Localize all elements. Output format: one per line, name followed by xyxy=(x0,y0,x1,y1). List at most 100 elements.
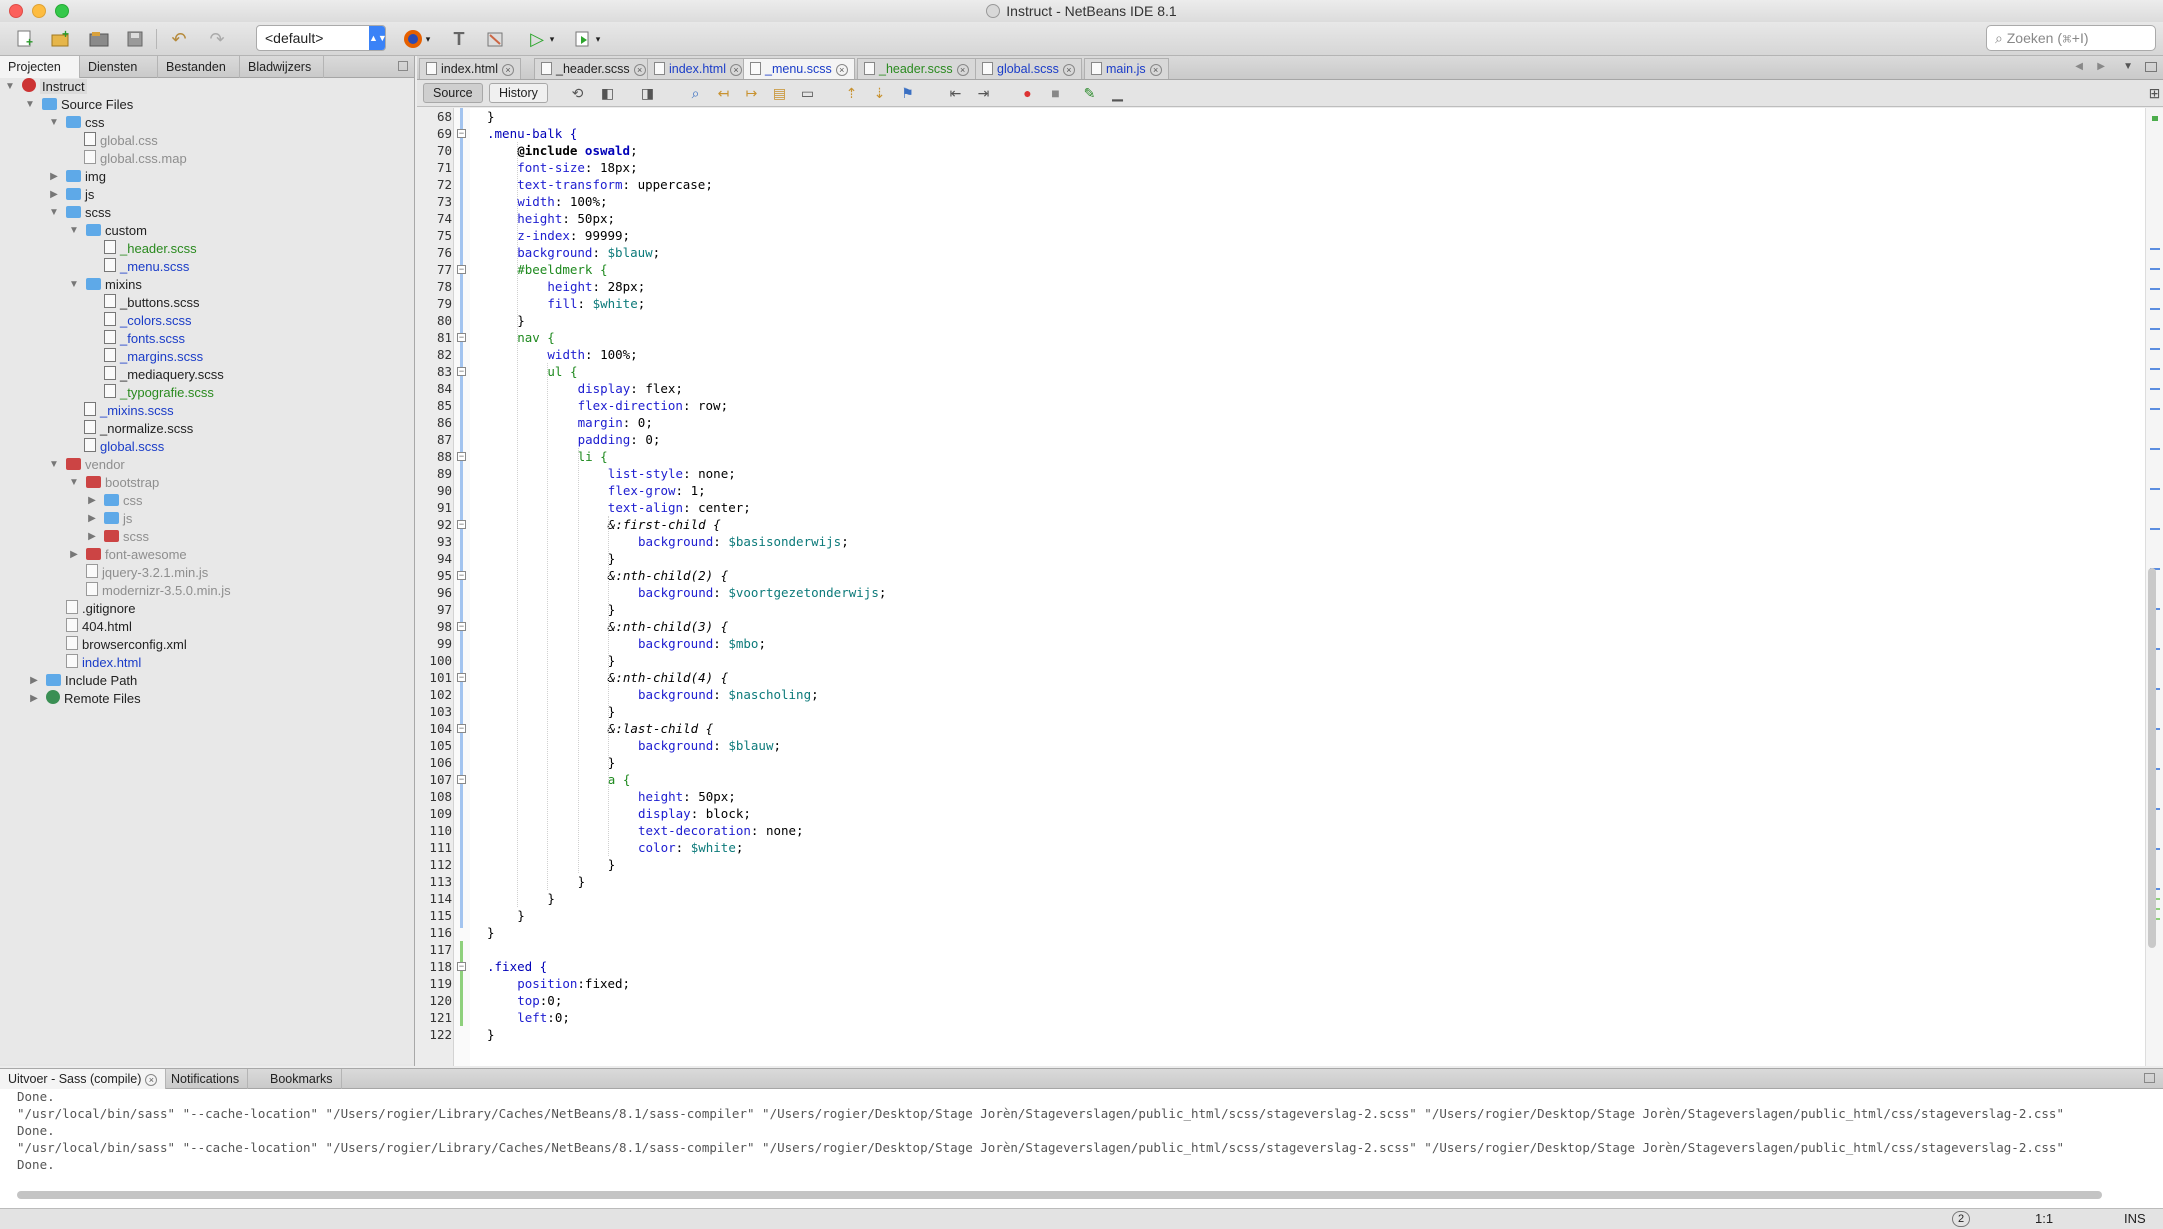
scroll-tabs-right-icon[interactable]: ▶ xyxy=(2097,61,2105,72)
tab-notifications[interactable]: Notifications xyxy=(163,1069,249,1089)
minimize-panel-icon[interactable] xyxy=(2144,1073,2155,1083)
tree-node[interactable]: global.css.map xyxy=(84,150,187,168)
find-selection-icon[interactable]: ⌕ xyxy=(687,85,704,102)
tree-node[interactable]: index.html xyxy=(66,654,141,672)
chevron-right-icon[interactable]: ▶ xyxy=(68,546,80,564)
fold-toggle-icon[interactable]: − xyxy=(457,724,466,733)
tree-node[interactable]: browserconfig.xml xyxy=(66,636,187,654)
maximize-editor-icon[interactable] xyxy=(2145,62,2157,72)
editor-tab[interactable]: index.html × xyxy=(647,58,749,79)
code-area[interactable]: } .menu-balk {@include oswald; font-size: … xyxy=(479,108,2119,1066)
tree-node[interactable]: _colors.scss xyxy=(104,312,192,330)
tree-node[interactable]: ▶ js xyxy=(88,510,132,528)
minimize-panel-icon[interactable] xyxy=(398,61,408,71)
output-horizontal-scrollbar[interactable] xyxy=(17,1191,2102,1199)
fold-toggle-icon[interactable]: − xyxy=(457,520,466,529)
editor-tab[interactable]: index.html × xyxy=(419,58,521,79)
tree-node[interactable]: ▶ css xyxy=(88,492,142,510)
uncomment-icon[interactable]: ▁ xyxy=(1109,85,1126,102)
stop-macro-icon[interactable]: ■ xyxy=(1047,85,1064,102)
chevron-down-icon[interactable]: ▼ xyxy=(48,204,60,222)
find-next-icon[interactable]: ↦ xyxy=(743,85,760,102)
split-editor-icon[interactable]: ⊞ xyxy=(2146,85,2163,102)
clean-build-icon[interactable] xyxy=(482,26,508,52)
tree-node[interactable]: ▼ Source Files xyxy=(25,96,133,114)
fold-toggle-icon[interactable]: − xyxy=(457,129,466,138)
tree-node[interactable]: ▼ vendor xyxy=(49,456,125,474)
fold-toggle-icon[interactable]: − xyxy=(457,265,466,274)
tab-bestanden[interactable]: Bestanden xyxy=(158,56,240,78)
tree-node[interactable]: .gitignore xyxy=(66,600,135,618)
tree-node[interactable]: _buttons.scss xyxy=(104,294,200,312)
run-dropdown-icon[interactable]: ▾ xyxy=(546,26,558,52)
editor-tab[interactable]: main.js × xyxy=(1084,58,1169,79)
fold-toggle-icon[interactable]: − xyxy=(457,452,466,461)
tree-node[interactable]: _fonts.scss xyxy=(104,330,185,348)
tree-node[interactable]: ▼ mixins xyxy=(69,276,142,294)
shift-left-icon[interactable]: ⇤ xyxy=(947,85,964,102)
tab-sass-output[interactable]: Uitvoer - Sass (compile) × xyxy=(0,1069,167,1089)
new-file-icon[interactable]: + xyxy=(12,26,38,52)
chevron-down-icon[interactable]: ▼ xyxy=(68,222,80,240)
tab-diensten[interactable]: Diensten xyxy=(80,56,158,78)
chevron-right-icon[interactable]: ▶ xyxy=(48,186,60,204)
chevron-down-icon[interactable]: ▼ xyxy=(68,276,80,294)
tree-node[interactable]: ▶ Include Path xyxy=(30,672,137,690)
back-icon[interactable]: ◧ xyxy=(599,85,616,102)
tree-node[interactable]: global.css xyxy=(84,132,158,150)
tree-node[interactable]: jquery-3.2.1.min.js xyxy=(86,564,208,582)
close-window-button[interactable] xyxy=(9,4,23,18)
save-all-icon[interactable] xyxy=(122,26,148,52)
tree-node[interactable]: global.scss xyxy=(84,438,164,456)
toggle-highlight-icon[interactable]: ▤ xyxy=(771,85,788,102)
fold-toggle-icon[interactable]: − xyxy=(457,962,466,971)
tree-node[interactable]: _margins.scss xyxy=(104,348,203,366)
fold-toggle-icon[interactable]: − xyxy=(457,367,466,376)
tree-node[interactable]: _typografie.scss xyxy=(104,384,214,402)
tab-bladwijzers[interactable]: Bladwijzers xyxy=(240,56,324,78)
forward-icon[interactable]: ◨ xyxy=(639,85,656,102)
fold-toggle-icon[interactable]: − xyxy=(457,571,466,580)
close-icon[interactable]: × xyxy=(501,63,514,76)
editor-tab[interactable]: global.scss × xyxy=(975,58,1082,79)
search-input[interactable]: ⌕ Zoeken (⌘+I) xyxy=(1986,25,2156,51)
chevron-down-icon[interactable]: ▼ xyxy=(48,456,60,474)
chevron-right-icon[interactable]: ▶ xyxy=(28,690,40,708)
new-project-icon[interactable]: + xyxy=(48,26,74,52)
tree-node[interactable]: ▼ Instruct xyxy=(5,78,87,96)
next-bookmark-icon[interactable]: ⇣ xyxy=(871,85,888,102)
configuration-select[interactable]: <default> ▲▼ xyxy=(256,25,387,51)
source-view-button[interactable]: Source xyxy=(423,83,483,103)
browser-dropdown-icon[interactable]: ▾ xyxy=(422,26,434,52)
debug-dropdown-icon[interactable]: ▾ xyxy=(592,26,604,52)
scroll-tabs-left-icon[interactable]: ◀ xyxy=(2075,61,2083,72)
chevron-down-icon[interactable]: ▼ xyxy=(24,96,36,114)
editor-tab[interactable]: _header.scss × xyxy=(857,58,976,79)
previous-bookmark-icon[interactable]: ⇡ xyxy=(843,85,860,102)
tree-node[interactable]: _mediaquery.scss xyxy=(104,366,224,384)
tree-node[interactable]: _mixins.scss xyxy=(84,402,174,420)
tree-node[interactable]: _normalize.scss xyxy=(84,420,193,438)
chevron-right-icon[interactable]: ▶ xyxy=(86,510,98,528)
tree-node[interactable]: ▶ js xyxy=(50,186,94,204)
start-macro-icon[interactable]: ● xyxy=(1019,85,1036,102)
tree-node[interactable]: 404.html xyxy=(66,618,132,636)
close-icon[interactable]: × xyxy=(835,63,848,76)
build-hammer-icon[interactable]: T xyxy=(446,26,472,52)
chevron-right-icon[interactable]: ▶ xyxy=(48,168,60,186)
tree-node[interactable]: ▼ css xyxy=(49,114,104,132)
editor-tab-active[interactable]: _menu.scss × xyxy=(743,58,855,79)
chevron-down-icon[interactable]: ▼ xyxy=(4,78,16,96)
tree-node[interactable]: ▶ img xyxy=(50,168,106,186)
tree-node[interactable]: _header.scss xyxy=(104,240,197,258)
chevron-right-icon[interactable]: ▶ xyxy=(86,528,98,546)
tree-node[interactable]: ▶ scss xyxy=(88,528,149,546)
chevron-right-icon[interactable]: ▶ xyxy=(86,492,98,510)
fold-toggle-icon[interactable]: − xyxy=(457,775,466,784)
code-editor[interactable]: 68 69 70 71 72 73 74 75 76 77 78 79 80 81 82 83 84 85 86 87… xyxy=(417,108,2163,1066)
maximize-window-button[interactable] xyxy=(55,4,69,18)
fold-toggle-icon[interactable]: − xyxy=(457,333,466,342)
redo-icon[interactable]: ↷ xyxy=(204,26,230,52)
editor-scrollbar-thumb[interactable] xyxy=(2148,568,2156,948)
fold-toggle-icon[interactable]: − xyxy=(457,673,466,682)
